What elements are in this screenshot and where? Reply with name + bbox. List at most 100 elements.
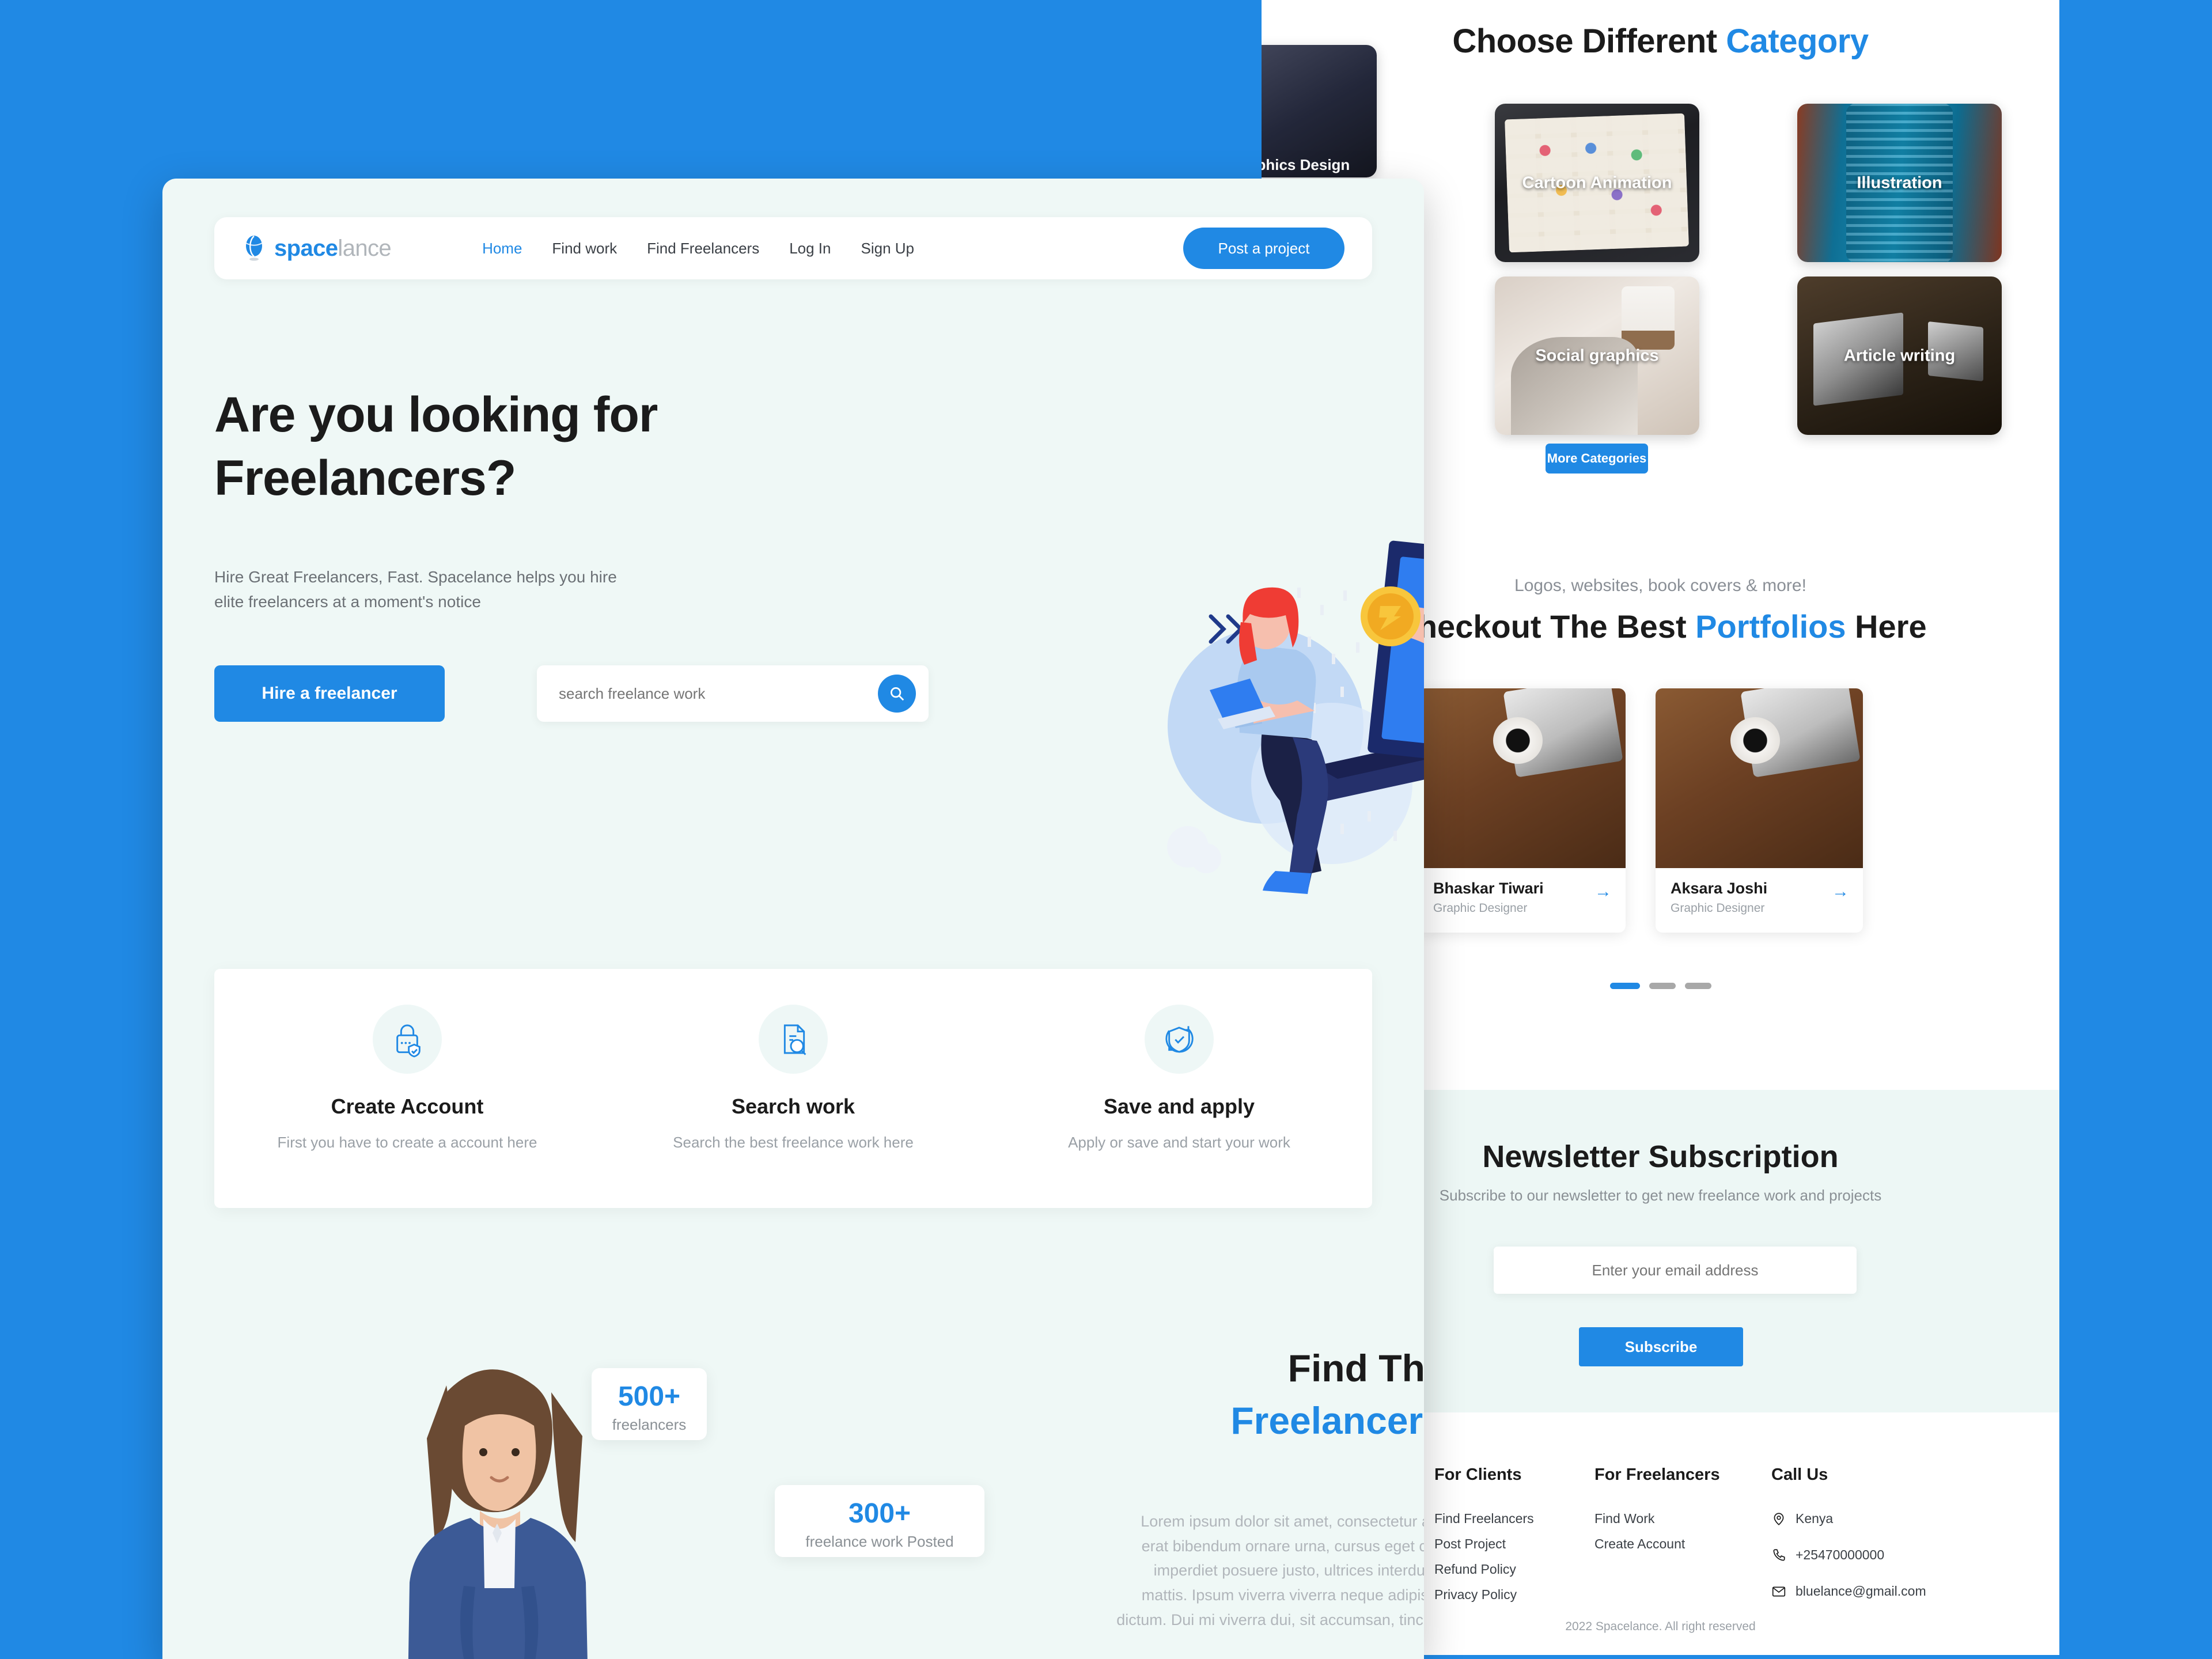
find-best-freelancers-heading: Find The Best Freelancers Here xyxy=(1003,1342,1424,1447)
brand-logo-wrap[interactable]: spacelance xyxy=(243,235,392,262)
categories-heading-accent: Category xyxy=(1726,22,1869,60)
footer-contact-value: Kenya xyxy=(1796,1511,1834,1526)
arrow-right-icon[interactable]: → xyxy=(1832,883,1849,900)
footer-column-title: For Freelancers xyxy=(1594,1465,1720,1484)
screenshot-stage: Choose Different Category Graphics Desig… xyxy=(0,0,2212,1659)
portfolio-heading-accent: Portfolios xyxy=(1695,608,1846,645)
category-card-illustration[interactable]: Illustration xyxy=(1797,104,2002,262)
footer-link-create-account[interactable]: Create Account xyxy=(1594,1536,1720,1552)
footer-link-post-project[interactable]: Post Project xyxy=(1434,1536,1534,1552)
feature-icon-wrap xyxy=(373,1005,442,1074)
category-card-label: Social graphics xyxy=(1535,346,1659,365)
carousel-dot-3[interactable] xyxy=(1684,983,1711,989)
page-title: Are you looking for Freelancers? xyxy=(214,383,658,510)
footer-column-title: Call Us xyxy=(1771,1465,1828,1484)
category-grid: Cartoon Animation Illustration Social gr… xyxy=(1495,104,2002,435)
feature-create-account: Create Account First you have to create … xyxy=(257,1005,557,1154)
portfolio-card-name: Aksara Joshi xyxy=(1671,880,1768,897)
feature-icon-wrap xyxy=(759,1005,828,1074)
category-card-label: Cartoon Animation xyxy=(1522,173,1672,192)
envelope-icon xyxy=(1772,1586,1786,1596)
feature-title: Create Account xyxy=(331,1094,484,1118)
category-card-label: Article writing xyxy=(1843,346,1956,365)
find-title-line1: Find The Best xyxy=(1287,1347,1424,1389)
post-a-project-button[interactable]: Post a project xyxy=(1183,228,1344,269)
feature-title: Search work xyxy=(731,1094,855,1118)
footer-link-privacy-policy[interactable]: Privacy Policy xyxy=(1434,1587,1534,1603)
footer-link-find-freelancers[interactable]: Find Freelancers xyxy=(1434,1511,1534,1527)
brand-name-part2: lance xyxy=(338,235,392,261)
footer-column-for-freelancers: For Freelancers Find Work Create Account xyxy=(1594,1465,1720,1562)
brand-name-part1: space xyxy=(274,235,338,261)
magnifier-icon xyxy=(891,687,904,701)
feature-search-work: Search work Search the best freelance wo… xyxy=(643,1005,943,1154)
footer-link-refund-policy[interactable]: Refund Policy xyxy=(1434,1562,1534,1577)
feature-save-and-apply: Save and apply Apply or save and start y… xyxy=(1029,1005,1329,1154)
footer-column-title: For Clients xyxy=(1434,1465,1522,1484)
search-button[interactable] xyxy=(878,675,916,713)
carousel-dot-2[interactable] xyxy=(1649,983,1676,989)
hero-title-line1: Are you looking for xyxy=(214,387,658,442)
feature-title: Save and apply xyxy=(1103,1094,1255,1118)
feature-description: Search the best freelance work here xyxy=(673,1134,914,1151)
portfolio-card-image xyxy=(1418,688,1626,868)
hero-subtitle: Hire Great Freelancers, Fast. Spacelance… xyxy=(214,568,617,611)
portfolio-card-aksara-joshi[interactable]: Aksara Joshi Graphic Designer → xyxy=(1656,688,1863,933)
carousel-dot-1[interactable] xyxy=(1609,983,1640,989)
footer-contact-email: bluelance@gmail.com xyxy=(1771,1584,1926,1599)
subscribe-button[interactable]: Subscribe xyxy=(1579,1327,1743,1366)
hire-a-freelancer-button[interactable]: Hire a freelancer xyxy=(214,665,445,722)
footer-contact-phone: +25470000000 xyxy=(1771,1547,1926,1563)
portfolio-card-role: Graphic Designer xyxy=(1433,902,1528,915)
nav-item-home[interactable]: Home xyxy=(482,240,522,257)
feature-description: Apply or save and start your work xyxy=(1068,1134,1290,1151)
search-input[interactable] xyxy=(559,665,878,722)
businesswoman-photo xyxy=(408,1369,588,1659)
stat-label: freelance work Posted xyxy=(805,1533,954,1550)
categories-heading-plain: Choose Different xyxy=(1452,22,1726,60)
portfolio-card-role: Graphic Designer xyxy=(1671,902,1765,915)
nav-item-find-work[interactable]: Find work xyxy=(552,240,617,257)
stat-label: freelancers xyxy=(612,1416,687,1433)
nav-links: Home Find work Find Freelancers Log In S… xyxy=(482,240,914,257)
footer-column-for-clients: For Clients Find Freelancers Post Projec… xyxy=(1434,1465,1534,1612)
portfolio-heading-tail: Here xyxy=(1846,608,1927,645)
portfolio-card-bhaskar-tiwari[interactable]: Bhaskar Tiwari Graphic Designer → xyxy=(1418,688,1626,933)
portfolio-card-image xyxy=(1656,688,1863,868)
location-pin-icon xyxy=(1774,1512,1784,1525)
hero-search-bar xyxy=(537,665,929,722)
shield-refresh-icon xyxy=(1165,1026,1194,1053)
category-card-article-writing[interactable]: Article writing xyxy=(1797,276,2002,435)
hero-illustration xyxy=(1167,540,1424,894)
category-card-graphics-design[interactable]: Graphics Design xyxy=(1262,45,1377,177)
category-card-social-graphics[interactable]: Social graphics xyxy=(1495,276,1699,435)
brand-name: spacelance xyxy=(274,235,392,262)
footer-contact-value: +25470000000 xyxy=(1796,1547,1885,1562)
footer-contact-location: Kenya xyxy=(1771,1511,1926,1527)
arrow-right-icon[interactable]: → xyxy=(1594,883,1612,900)
nav-item-log-in[interactable]: Log In xyxy=(789,240,831,257)
category-card-label: Illustration xyxy=(1857,173,1942,192)
find-best-freelancers-body: Lorem ipsum dolor sit amet, consectetur … xyxy=(1116,1513,1424,1628)
nav-item-find-freelancers[interactable]: Find Freelancers xyxy=(647,240,759,257)
categories-heading: Choose Different Category xyxy=(1262,22,2059,60)
phone-icon xyxy=(1773,1548,1785,1561)
hero-title-line2: Freelancers? xyxy=(214,450,516,506)
category-card-label: Graphics Design xyxy=(1262,156,1350,173)
padlock-verified-icon xyxy=(396,1024,421,1058)
newsletter-email-input[interactable] xyxy=(1494,1247,1857,1294)
navbar: spacelance Home Find work Find Freelance… xyxy=(214,217,1372,279)
find-title-accent: Freelancers xyxy=(1230,1399,1424,1442)
how-it-works-card: Create Account First you have to create … xyxy=(214,969,1372,1208)
feature-icon-wrap xyxy=(1145,1005,1214,1074)
stat-card-work-posted: 300+ freelance work Posted xyxy=(775,1485,984,1557)
footer-contact-value: bluelance@gmail.com xyxy=(1796,1584,1926,1599)
nav-item-sign-up[interactable]: Sign Up xyxy=(861,240,915,257)
stat-number: 300+ xyxy=(848,1498,911,1529)
feature-description: First you have to create a account here xyxy=(277,1134,537,1151)
category-card-cartoon-animation[interactable]: Cartoon Animation xyxy=(1495,104,1699,262)
stat-card-freelancers: 500+ freelancers xyxy=(592,1368,707,1440)
footer-column-call-us: Call Us Kenya +25470000000 bluelance@gma… xyxy=(1771,1465,1926,1620)
more-categories-button[interactable]: More Categories xyxy=(1546,444,1648,474)
footer-link-find-work[interactable]: Find Work xyxy=(1594,1511,1720,1527)
